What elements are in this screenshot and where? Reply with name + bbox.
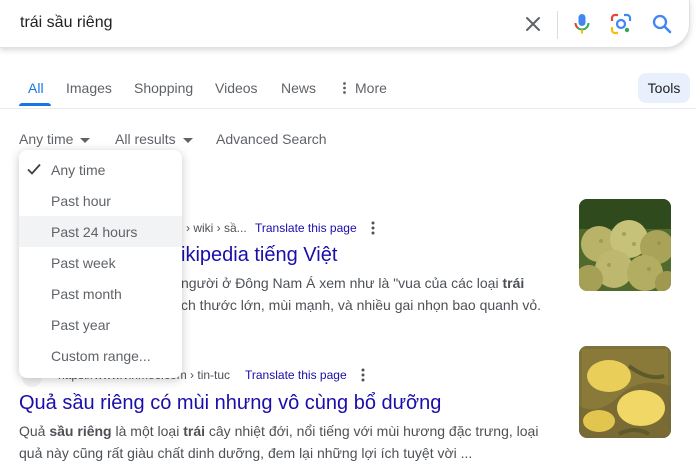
results-filter-label: All results [115, 131, 176, 147]
result-cite: › wiki › sầ... [186, 221, 247, 235]
time-filter-dropdown[interactable]: Any time [19, 131, 91, 147]
time-filter-label: Any time [19, 131, 74, 147]
result-snippet-line2: quả này cũng rất giàu chất dinh dưỡng, đ… [19, 445, 473, 461]
translate-link[interactable]: Translate this page [255, 221, 357, 235]
advanced-search-link[interactable]: Advanced Search [216, 131, 327, 147]
search-bar-divider [557, 11, 558, 39]
search-icon[interactable] [650, 12, 674, 36]
snippet-highlight: trái [183, 423, 205, 439]
result-snippet: người ở Đông Nam Á xem như là "vua của c… [181, 272, 524, 294]
caret-down-icon [80, 137, 91, 143]
tab-videos[interactable]: Videos [215, 80, 258, 96]
menu-item-label: Past month [51, 285, 122, 302]
result-snippet: Quả sầu riêng là một loại trái cây nhiệt… [19, 420, 538, 442]
more-options-icon[interactable] [371, 221, 375, 237]
tab-shopping[interactable]: Shopping [134, 80, 193, 96]
search-bar[interactable]: trái sầu riêng [0, 0, 690, 48]
menu-item-label: Past week [51, 254, 116, 271]
time-filter-menu: Any time Past hour Past 24 hours Past we… [19, 150, 182, 378]
checkmark-icon [26, 161, 42, 180]
menu-item-past-year[interactable]: Past year [19, 309, 182, 340]
snippet-text: là một loại [111, 423, 184, 439]
menu-item-label: Past 24 hours [51, 223, 138, 240]
tab-more-label: More [355, 80, 387, 96]
snippet-highlight: trái [502, 275, 525, 291]
result-thumbnail[interactable] [579, 199, 671, 291]
lens-camera-icon[interactable] [609, 12, 633, 36]
menu-item-custom-range[interactable]: Custom range... [19, 340, 182, 371]
menu-item-past-month[interactable]: Past month [19, 278, 182, 309]
snippet-text: cây nhiệt đới, nổi tiếng với mùi hương đ… [205, 423, 539, 439]
tab-images[interactable]: Images [66, 80, 112, 96]
caret-down-icon [182, 137, 193, 143]
results-filter-dropdown[interactable]: All results [115, 131, 193, 147]
more-options-icon[interactable] [361, 368, 365, 384]
tools-button[interactable]: Tools [638, 73, 690, 103]
menu-item-past-24-hours[interactable]: Past 24 hours [19, 216, 182, 247]
result-thumbnail[interactable] [579, 346, 671, 438]
tab-all[interactable]: All [28, 80, 44, 96]
result-snippet-line2: ch thước lớn, mùi mạnh, và nhiều gai nhọ… [181, 297, 542, 313]
tab-more[interactable]: More [343, 80, 387, 97]
menu-item-label: Past year [51, 316, 111, 333]
menu-item-past-week[interactable]: Past week [19, 247, 182, 278]
menu-item-label: Custom range... [51, 347, 151, 364]
active-tab-indicator [19, 103, 51, 106]
clear-icon[interactable] [521, 12, 545, 36]
result-title[interactable]: ikipedia tiếng Việt [181, 244, 337, 267]
menu-item-any-time[interactable]: Any time [19, 154, 182, 185]
result-title[interactable]: Quả sầu riêng có mùi nhưng vô cùng bổ dư… [19, 392, 441, 415]
menu-item-label: Past hour [51, 192, 111, 209]
search-input[interactable]: trái sầu riêng [20, 14, 113, 32]
snippet-text: người ở Đông Nam Á xem như là "vua của c… [181, 275, 503, 291]
menu-item-label: Any time [51, 161, 106, 178]
translate-link[interactable]: Translate this page [245, 368, 347, 382]
menu-item-past-hour[interactable]: Past hour [19, 185, 182, 216]
more-dots-icon [343, 81, 346, 97]
microphone-icon[interactable] [570, 12, 594, 36]
tabs-divider [0, 108, 696, 109]
snippet-highlight: sầu riêng [49, 423, 112, 439]
snippet-text: Quả [19, 423, 50, 439]
tab-news[interactable]: News [281, 80, 316, 96]
